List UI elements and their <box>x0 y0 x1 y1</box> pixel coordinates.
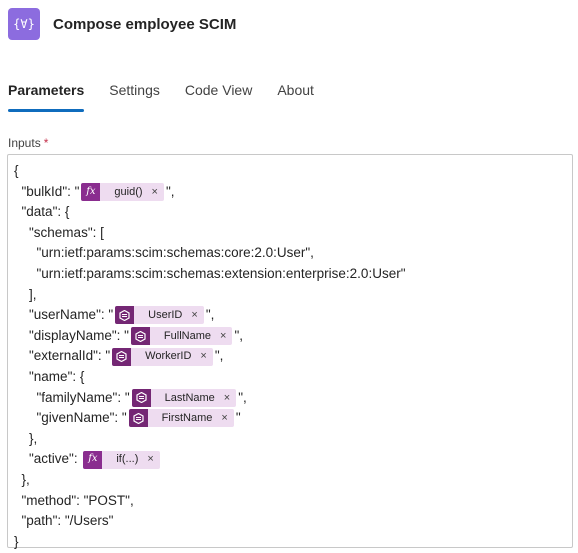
remove-token-icon[interactable]: × <box>147 449 153 470</box>
code-line: "active": fx if(...) × <box>14 449 572 470</box>
remove-token-icon[interactable]: × <box>224 388 230 409</box>
token-workerid[interactable]: WorkerID × <box>112 346 213 367</box>
inputs-label-text: Inputs <box>8 136 41 150</box>
code-line: "name": { <box>14 368 85 384</box>
variable-icon <box>115 306 135 325</box>
code-line: { <box>14 163 19 178</box>
code-line: "data": { <box>14 204 70 220</box>
compose-icon: {∀} <box>8 8 40 40</box>
variable-icon <box>131 388 151 407</box>
inputs-label: Inputs * <box>8 136 48 150</box>
code-line: "path": "/Users" <box>14 513 114 529</box>
remove-token-icon[interactable]: × <box>200 346 206 367</box>
action-title[interactable]: Compose employee SCIM <box>53 16 236 33</box>
remove-token-icon[interactable]: × <box>152 182 158 203</box>
code-line: "urn:ietf:params:scim:schemas:extension:… <box>14 265 406 281</box>
code-line: } <box>14 533 19 549</box>
tab-bar: Parameters Settings Code View About <box>8 78 339 112</box>
variable-icon <box>128 409 148 428</box>
required-marker: * <box>43 136 49 150</box>
tab-code-view[interactable]: Code View <box>185 78 252 112</box>
tab-parameters[interactable]: Parameters <box>8 78 85 112</box>
code-line: "urn:ietf:params:scim:schemas:core:2.0:U… <box>14 245 314 261</box>
inputs-editor[interactable]: { "bulkId": " fx guid() × ", "data": { "… <box>7 154 573 549</box>
token-if-expression[interactable]: fx if(...) × <box>83 449 160 470</box>
remove-token-icon[interactable]: × <box>191 305 197 326</box>
token-firstname[interactable]: FirstName × <box>128 408 234 429</box>
code-line: "externalId": " WorkerID × ", <box>14 346 572 367</box>
token-userid[interactable]: UserID × <box>115 305 204 326</box>
remove-token-icon[interactable]: × <box>220 326 226 347</box>
code-line: "bulkId": " fx guid() × ", <box>14 182 572 203</box>
action-header: {∀} Compose employee SCIM <box>8 6 236 42</box>
code-line: "givenName": " FirstName × " <box>14 408 572 429</box>
tab-settings[interactable]: Settings <box>109 78 160 112</box>
token-fullname[interactable]: FullName × <box>130 326 233 347</box>
code-line: }, <box>14 471 30 487</box>
code-line: "schemas": [ <box>14 224 104 240</box>
code-line: "method": "POST", <box>14 492 134 508</box>
code-line: ], <box>14 286 37 302</box>
code-line: "displayName": " FullName × ", <box>14 326 572 347</box>
code-line: "userName": " UserID × ", <box>14 305 572 326</box>
variable-icon <box>112 347 132 366</box>
code-line: "familyName": " LastName × ", <box>14 388 572 409</box>
token-guid[interactable]: fx guid() × <box>81 182 164 203</box>
remove-token-icon[interactable]: × <box>221 408 227 429</box>
variable-icon <box>130 327 150 346</box>
token-lastname[interactable]: LastName × <box>131 388 237 409</box>
function-icon: fx <box>81 182 101 201</box>
code-line: }, <box>14 430 38 446</box>
function-icon: fx <box>83 450 103 469</box>
tab-about[interactable]: About <box>277 78 314 112</box>
